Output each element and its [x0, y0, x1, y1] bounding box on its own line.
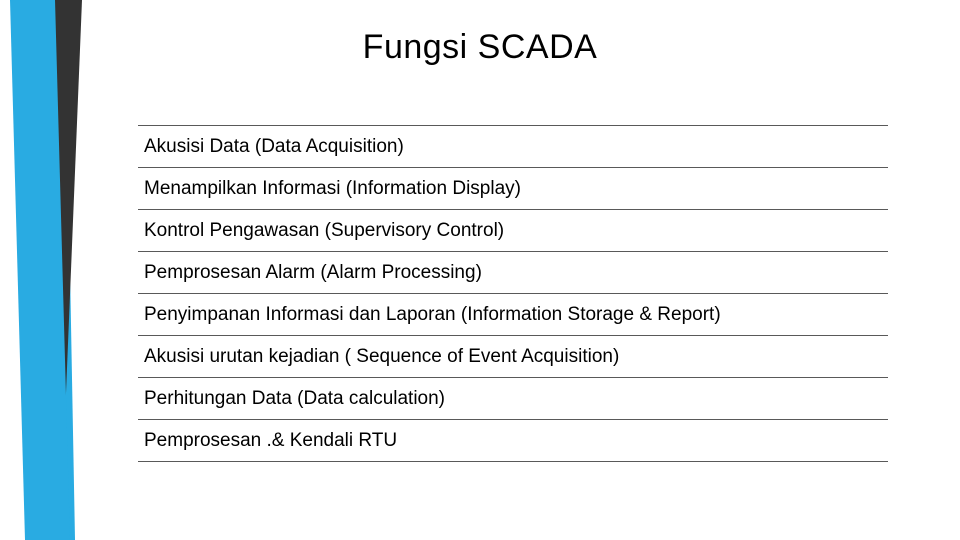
list-item: Pemprosesan .& Kendali RTU — [138, 420, 888, 462]
list-item: Akusisi urutan kejadian ( Sequence of Ev… — [138, 336, 888, 378]
slide-title: Fungsi SCADA — [0, 28, 960, 67]
left-accent-shape — [0, 0, 90, 540]
list-item: Perhitungan Data (Data calculation) — [138, 378, 888, 420]
list-item: Menampilkan Informasi (Information Displ… — [138, 168, 888, 210]
list-item: Akusisi Data (Data Acquisition) — [138, 125, 888, 168]
list-item: Pemprosesan Alarm (Alarm Processing) — [138, 252, 888, 294]
list-item: Penyimpanan Informasi dan Laporan (Infor… — [138, 294, 888, 336]
list-item: Kontrol Pengawasan (Supervisory Control) — [138, 210, 888, 252]
function-list: Akusisi Data (Data Acquisition) Menampil… — [138, 125, 888, 462]
